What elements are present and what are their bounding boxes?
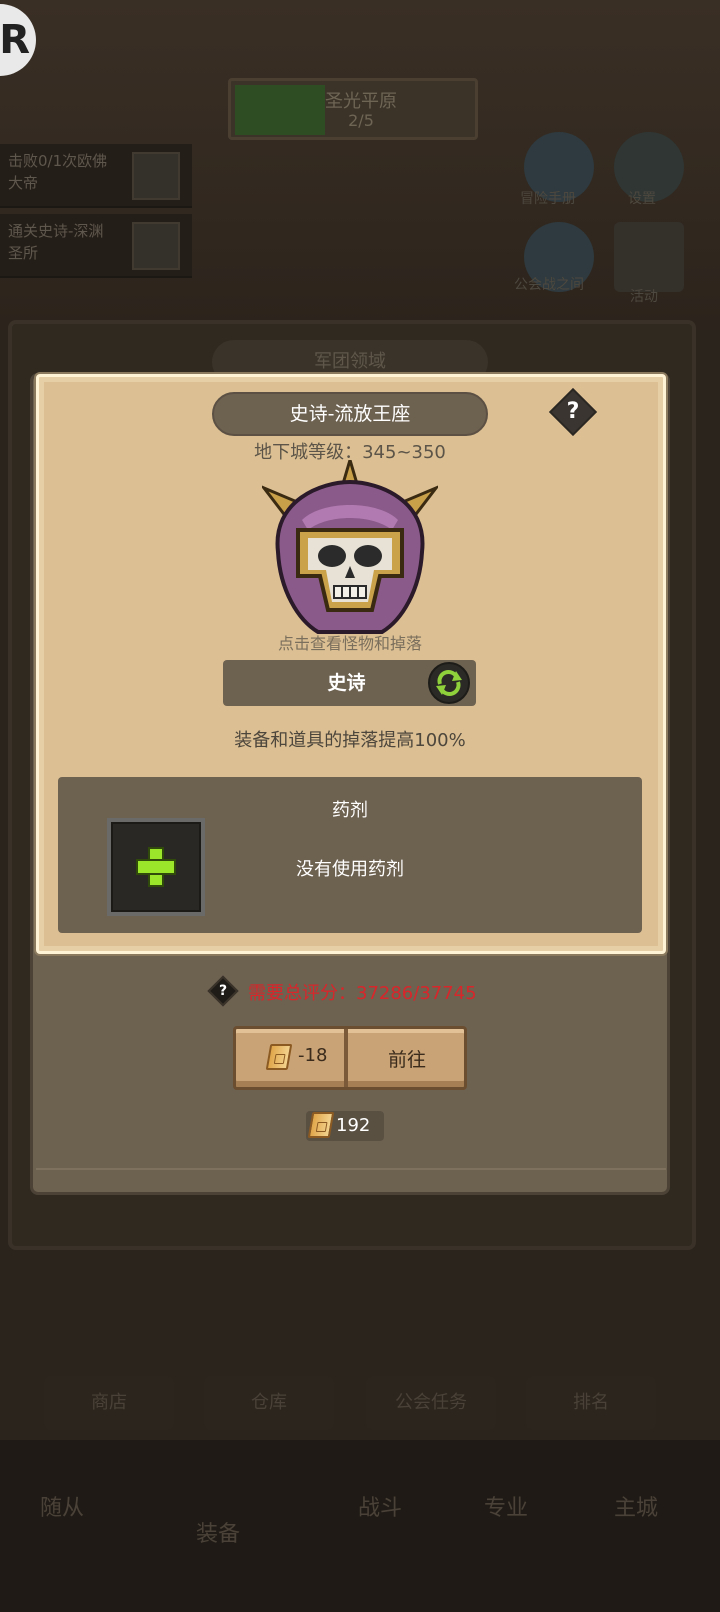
- plus-icon: [136, 847, 176, 887]
- help-icon[interactable]: ?: [212, 980, 234, 1002]
- view-monsters-hint[interactable]: 点击查看怪物和掉落: [200, 630, 500, 654]
- score-requirement: 需要总评分：37286/37745: [248, 983, 477, 1004]
- shop-button: 商店: [44, 1376, 174, 1430]
- tab-followers: 随从: [40, 1496, 85, 1521]
- boss-portrait[interactable]: [262, 460, 438, 638]
- warehouse-button: 仓库: [204, 1376, 334, 1430]
- drop-bonus-text: 装备和道具的掉落提高100%: [234, 730, 466, 751]
- side-icon-label: 冒险手册: [520, 191, 576, 207]
- ranking-button: 排名: [526, 1376, 656, 1430]
- no-potion-text: 没有使用药剂: [296, 859, 404, 880]
- region-banner: 圣光平原 2/5: [228, 78, 478, 140]
- quest-text: 击败0/1次欧佛大帝: [8, 152, 108, 192]
- bottom-nav: [0, 1440, 720, 1612]
- scroll-ticket-icon: [307, 1112, 335, 1138]
- side-icon-label: 设置: [628, 191, 656, 207]
- add-potion-slot[interactable]: [107, 818, 205, 916]
- go-label[interactable]: 前往: [350, 1045, 464, 1072]
- switch-difficulty-button[interactable]: [428, 662, 470, 704]
- refresh-icon: [436, 670, 462, 696]
- ticket-cost: -18: [298, 1045, 328, 1066]
- tab-profession: 专业: [484, 1496, 529, 1521]
- region-progress: 2/5: [348, 111, 374, 130]
- side-icon-label: 公会战之间: [514, 277, 584, 293]
- side-icon-label: 活动: [630, 289, 658, 305]
- dialog-bottom-edge: [36, 1168, 666, 1192]
- dungeon-title: 史诗-流放王座: [289, 403, 411, 425]
- quest-item: 通关史诗-深渊圣所: [0, 214, 192, 278]
- event-icon: [614, 222, 684, 292]
- quest-item: 击败0/1次欧佛大帝: [0, 144, 192, 208]
- quest-icon: [132, 152, 180, 200]
- tab-battle: 战斗: [358, 1496, 403, 1521]
- tab-main-city: 主城: [614, 1496, 659, 1521]
- guild-task-button: 公会任务: [366, 1376, 496, 1430]
- go-button-divider: [344, 1029, 348, 1087]
- potion-title: 药剂: [332, 800, 368, 821]
- ticket-stock: 192: [336, 1115, 371, 1136]
- quest-icon: [132, 222, 180, 270]
- help-icon[interactable]: ?: [556, 395, 590, 429]
- region-name: 圣光平原: [325, 91, 397, 112]
- scroll-ticket-icon: [265, 1044, 293, 1070]
- quest-text: 通关史诗-深渊圣所: [8, 222, 104, 262]
- tab-equipment: 装备: [196, 1522, 241, 1547]
